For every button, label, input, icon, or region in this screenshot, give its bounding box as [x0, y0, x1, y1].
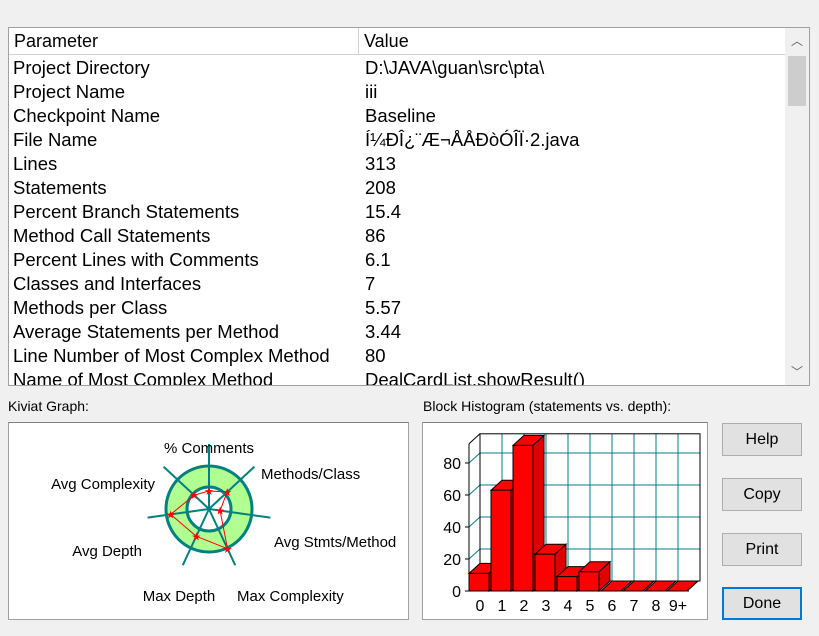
value-cell: 3.44	[365, 321, 402, 342]
parameter-cell: Methods per Class	[13, 297, 168, 318]
kiviat-point: ★	[166, 509, 176, 521]
copy-button[interactable]: Copy	[722, 478, 802, 511]
table-row[interactable]: Percent Branch Statements 15.4	[9, 201, 785, 225]
y-tick-label: 20	[443, 552, 461, 569]
help-button[interactable]: Help	[722, 423, 802, 456]
grid-line	[468, 452, 481, 464]
scroll-up-icon[interactable]: ︿	[785, 30, 809, 52]
parameter-cell: Project Name	[13, 81, 126, 102]
block-histogram: 0 20 40 60 80 0 1 2 3 4 5 6 7 8 9+	[422, 422, 708, 620]
y-tick-label: 0	[452, 584, 461, 601]
scrollbar-thumb[interactable]	[788, 56, 806, 106]
axis-edge	[468, 433, 481, 445]
parameter-cell: Checkpoint Name	[13, 105, 161, 126]
kiviat-point: ★	[215, 506, 225, 518]
x-tick-label: 0	[476, 598, 485, 615]
table-row[interactable]: Lines 313	[9, 153, 785, 177]
value-cell: 15.4	[365, 201, 402, 222]
x-tick-label: 5	[586, 598, 595, 615]
kiviat-label: Kiviat Graph:	[8, 398, 89, 414]
grid-line	[468, 516, 481, 528]
kiviat-point: ★	[204, 486, 214, 498]
value-cell: 313	[365, 153, 396, 174]
grid-line	[468, 484, 481, 496]
parameter-cell: Average Statements per Method	[13, 321, 280, 342]
bar	[534, 553, 556, 592]
kiviat-point: ★	[191, 531, 201, 543]
histogram-label: Block Histogram (statements vs. depth):	[423, 398, 672, 414]
value-cell: iii	[365, 81, 378, 102]
kiviat-axis-label: Avg Stmts/Method	[274, 534, 396, 551]
print-button[interactable]: Print	[722, 533, 802, 566]
value-cell: 5.57	[365, 297, 402, 318]
value-cell: D:\JAVA\guan\src\pta\	[365, 57, 545, 78]
vertical-scrollbar[interactable]: ︿ ﹀	[785, 28, 809, 385]
grid-line	[468, 548, 481, 560]
table-row[interactable]: Project Name iii	[9, 81, 785, 105]
table-row[interactable]: Method Call Statements 86	[9, 225, 785, 249]
bar	[490, 489, 512, 592]
table-row[interactable]: File Name Í¼ÐÎ¿¨Æ¬ÅÅÐòÓÎÏ·2.java	[9, 129, 785, 153]
value-cell: 86	[365, 225, 386, 246]
x-tick-label: 6	[608, 598, 617, 615]
table-row[interactable]: Percent Lines with Comments 6.1	[9, 249, 785, 273]
bar	[468, 572, 490, 592]
bar	[556, 576, 578, 592]
value-cell: 6.1	[365, 249, 391, 270]
kiviat-point: ★	[189, 490, 199, 502]
value-cell: 208	[365, 177, 396, 198]
x-tick-label: 4	[564, 598, 573, 615]
parameter-cell: Project Directory	[13, 57, 150, 78]
kiviat-axis-label: Avg Depth	[72, 543, 142, 560]
value-cell: 80	[365, 345, 386, 366]
value-cell: DealCardList.showResult()	[365, 369, 586, 386]
table-row[interactable]: Project Directory D:\JAVA\guan\src\pta\	[9, 57, 785, 81]
kiviat-axis-label: % Comments	[164, 440, 254, 457]
parameter-cell: Percent Branch Statements	[13, 201, 240, 222]
parameter-cell: Lines	[13, 153, 58, 174]
value-cell: 7	[365, 273, 376, 294]
kiviat-point: ★	[223, 544, 233, 556]
value-cell: Í¼ÐÎ¿¨Æ¬ÅÅÐòÓÎÏ·2.java	[365, 129, 580, 150]
parameter-cell: Line Number of Most Complex Method	[13, 345, 330, 366]
table-row[interactable]: Methods per Class 5.57	[9, 297, 785, 321]
column-header-value[interactable]: Value	[359, 28, 785, 54]
parameter-cell: File Name	[13, 129, 98, 150]
x-tick-label: 9+	[669, 598, 687, 615]
parameter-cell: Statements	[13, 177, 107, 198]
parameter-cell: Method Call Statements	[13, 225, 211, 246]
scroll-down-icon[interactable]: ﹀	[785, 361, 809, 383]
value-cell: Baseline	[365, 105, 436, 126]
table-row[interactable]: Statements 208	[9, 177, 785, 201]
x-tick-label: 3	[542, 598, 551, 615]
x-tick-label: 7	[630, 598, 639, 615]
parameter-cell: Name of Most Complex Method	[13, 369, 274, 386]
table-header: Parameter Value	[9, 28, 785, 55]
kiviat-axis-label: Max Depth	[143, 588, 216, 605]
kiviat-axis-label: Avg Complexity	[51, 476, 155, 493]
x-tick-label: 2	[520, 598, 529, 615]
parameter-table[interactable]: Parameter Value Project Directory D:\JAVA…	[8, 27, 810, 386]
x-tick-label: 1	[498, 598, 507, 615]
kiviat-point: ★	[222, 487, 232, 499]
table-row[interactable]: Classes and Interfaces 7	[9, 273, 785, 297]
bar	[512, 444, 534, 592]
y-tick-label: 80	[443, 456, 461, 473]
kiviat-axis-label: Methods/Class	[261, 466, 360, 483]
table-row[interactable]: Checkpoint Name Baseline	[9, 105, 785, 129]
kiviat-graph: % Comments Methods/Class Avg Stmts/Method M…	[8, 422, 409, 620]
bar	[578, 571, 600, 592]
parameter-cell: Classes and Interfaces	[13, 273, 202, 294]
table-row[interactable]: Name of Most Complex Method DealCardList.…	[9, 369, 785, 386]
y-tick-label: 60	[443, 488, 461, 505]
parameter-cell: Percent Lines with Comments	[13, 249, 259, 270]
x-tick-label: 8	[652, 598, 661, 615]
done-button[interactable]: Done	[722, 587, 802, 620]
column-header-parameter[interactable]: Parameter	[9, 28, 359, 54]
table-row[interactable]: Line Number of Most Complex Method 80	[9, 345, 785, 369]
kiviat-axis-label: Max Complexity	[237, 588, 344, 605]
table-row[interactable]: Average Statements per Method 3.44	[9, 321, 785, 345]
y-tick-label: 40	[443, 520, 461, 537]
